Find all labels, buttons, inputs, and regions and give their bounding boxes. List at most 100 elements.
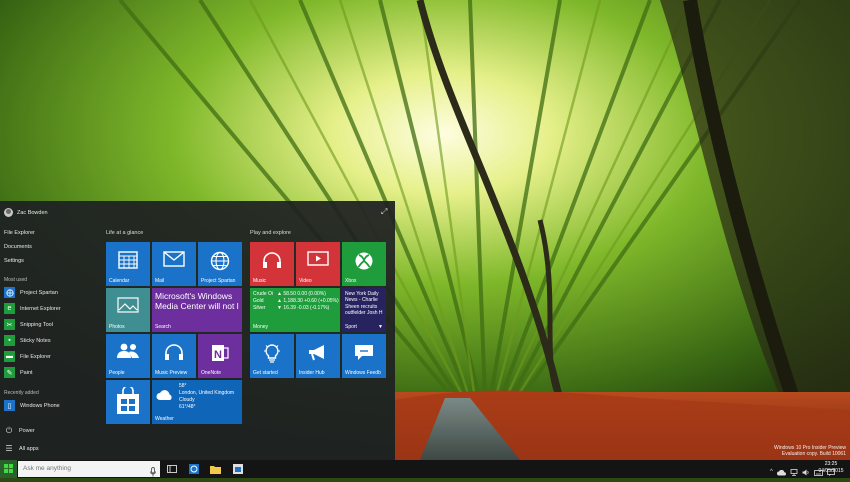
group-title-life-at-a-glance[interactable]: Life at a glance [106,230,143,236]
group-title-play-and-explore[interactable]: Play and explore [250,230,291,236]
tile-sport[interactable]: New York Daily News - Charlie Sheen recr… [342,288,386,332]
tile-get-started[interactable]: Get started [250,334,294,378]
tile-label: Video [299,278,312,284]
money-row-name: Gold [253,298,264,304]
search-tile-headline: Microsoft's Windows Media Center will no… [155,291,239,311]
app-label: Project Spartan [20,289,58,296]
recently-added-heading: Recently added [4,390,39,396]
file-explorer-taskbar-icon[interactable] [209,463,222,475]
avatar [4,208,13,217]
tile-weather[interactable]: 58° London, United Kingdom Cloudy 61°/48… [152,380,242,424]
app-label: Sticky Notes [20,337,51,344]
tile-search[interactable]: Microsoft's Windows Media Center will no… [152,288,242,332]
project-spartan-taskbar-icon[interactable] [187,463,200,475]
globe-icon [4,287,15,298]
tile-label: Mail [155,278,165,284]
start-menu-left-column: Zac Bowden File Explorer Documents Setti… [0,201,100,460]
tile-insider-hub[interactable]: Insider Hub [296,334,340,378]
weather-range: 61°/48° [179,404,196,410]
folder-icon: ▬ [4,351,15,362]
place-file-explorer[interactable]: File Explorer [4,230,35,236]
place-documents[interactable]: Documents [4,244,32,250]
headphones-icon [250,251,294,274]
app-label: Windows Phone [20,402,60,409]
clock[interactable]: 23:25 04/05/2015 [815,461,847,475]
tile-label: Sport [345,324,357,330]
tile-store[interactable] [106,380,150,424]
tile-label: Calendar [109,278,130,284]
search-box[interactable] [18,461,160,477]
phone-icon: ▯ [4,400,15,411]
tile-label: Photos [109,324,125,330]
money-row-value: ▼ 16.39 -0.03 (-0.17%) [277,305,330,311]
trophy-icon: ▼ [378,324,383,330]
search-input[interactable] [23,463,143,474]
expand-icon[interactable]: ⤢ [381,207,387,217]
video-icon [296,251,340,272]
recently-added-item-windows-phone[interactable]: ▯ Windows Phone [4,400,60,411]
store-icon [106,387,150,420]
tile-photos[interactable]: Photos [106,288,150,332]
tile-label: Get started [253,370,278,376]
tile-label: Search [155,324,171,330]
tile-project-spartan[interactable]: Project Spartan [198,242,242,286]
user-name: Zac Bowden [17,209,48,216]
people-icon [106,343,150,364]
weather-location: London, United Kingdom [179,390,235,396]
app-label: Snipping Tool [20,321,53,328]
tile-money[interactable]: Crude Oi ▲ 58.50 0.00 (0.00%) Gold ▲ 1,1… [250,288,340,332]
start-button[interactable] [0,460,17,478]
onenote-icon: N [198,343,242,368]
most-used-item-file-explorer[interactable]: ▬ File Explorer [4,351,51,362]
task-view-icon[interactable] [165,463,178,475]
tile-people[interactable]: People [106,334,150,378]
most-used-item-snipping-tool[interactable]: ✂ Snipping Tool [4,319,53,330]
app-label: Internet Explorer [20,305,61,312]
money-row-name: Silver [253,305,266,311]
headphones-icon [152,343,196,366]
power-label: Power [19,428,35,434]
tile-windows-feedback[interactable]: Windows Feedb [342,334,386,378]
chevron-up-icon[interactable]: ^ [770,469,773,475]
list-icon: ☰ [5,444,13,453]
lightbulb-icon [250,343,294,368]
money-row-value: ▲ 58.50 0.00 (0.00%) [277,291,326,297]
start-menu: Zac Bowden File Explorer Documents Setti… [0,201,395,460]
most-used-item-paint[interactable]: ✎ Paint [4,367,33,378]
app-label: Paint [20,369,33,376]
user-account[interactable]: Zac Bowden [4,208,48,217]
all-apps-button[interactable]: ☰ All apps [4,444,39,453]
tile-calendar[interactable]: Calendar [106,242,150,286]
tile-music[interactable]: Music [250,242,294,286]
cloud-icon[interactable] [776,463,786,481]
all-apps-label: All apps [19,445,39,452]
most-used-item-sticky-notes[interactable]: ▪ Sticky Notes [4,335,51,346]
place-settings[interactable]: Settings [4,258,24,264]
network-icon[interactable] [790,463,798,481]
app-label: File Explorer [20,353,51,360]
tile-label: Project Spartan [201,278,236,284]
tile-video[interactable]: Video [296,242,340,286]
volume-icon[interactable] [802,463,810,481]
most-used-item-project-spartan[interactable]: Project Spartan [4,287,58,298]
power-button[interactable]: ⏻ Power [4,426,35,436]
tile-label: Music Preview [155,370,188,376]
tile-label: People [109,370,125,376]
tile-onenote[interactable]: N OneNote [198,334,242,378]
tile-mail[interactable]: Mail [152,242,196,286]
tile-label: OneNote [201,370,222,376]
clock-time: 23:25 [824,461,838,467]
mail-icon [152,251,196,272]
microphone-icon[interactable] [150,464,156,482]
weather-condition: Cloudy [179,397,195,403]
store-taskbar-icon[interactable] [231,463,244,475]
most-used-item-internet-explorer[interactable]: e Internet Explorer [4,303,61,314]
weather-temp: 58° [179,383,187,389]
tile-xbox[interactable]: Xbox [342,242,386,286]
cloud-icon [156,388,174,406]
build-watermark: Windows 10 Pro Insider Preview Evaluatio… [774,445,846,457]
windows-logo-icon [4,460,13,478]
tile-music-preview[interactable]: Music Preview [152,334,196,378]
tile-label: Xbox [345,278,357,284]
sport-headline: New York Daily News - Charlie Sheen recr… [345,291,383,316]
